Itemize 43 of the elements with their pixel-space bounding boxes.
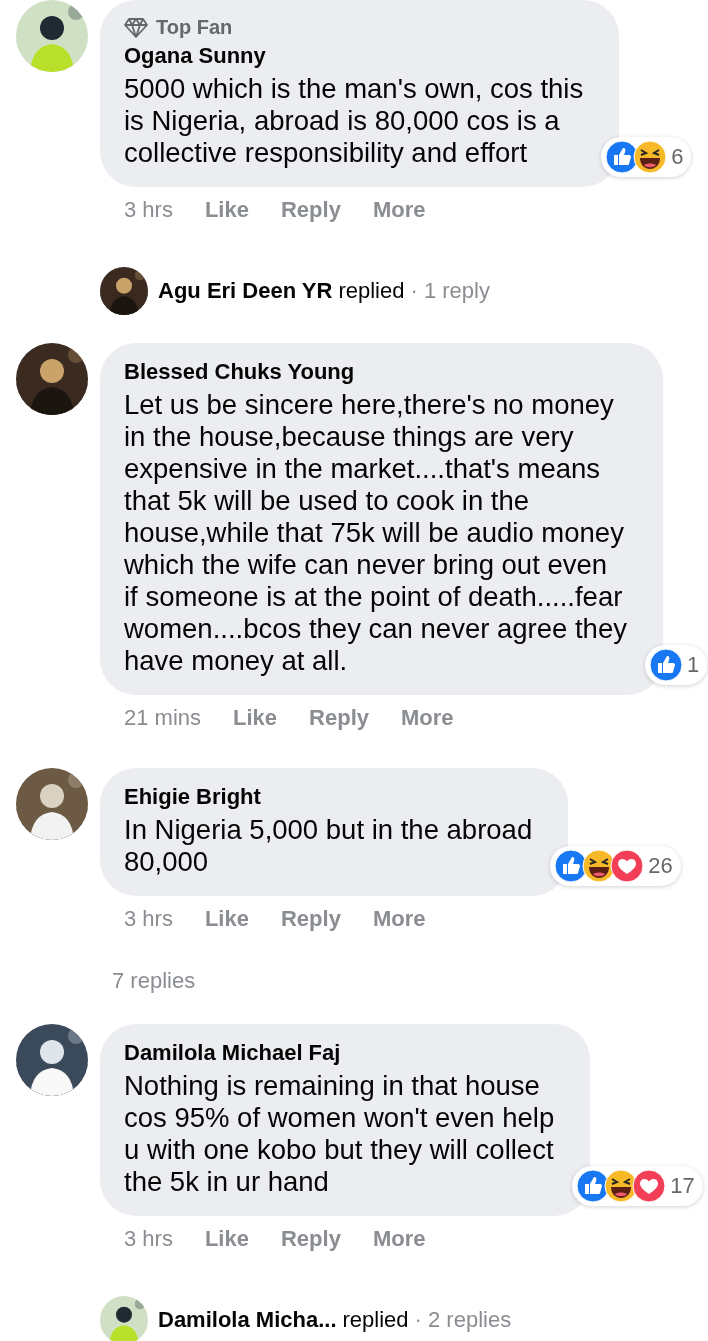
reactions-summary[interactable]: 26 [550,846,681,886]
reactions-summary[interactable]: 6 [601,137,692,177]
top-fan-label: Top Fan [156,16,233,39]
reactions-summary[interactable]: 17 [572,1166,703,1206]
comment-author[interactable]: Damilola Michael Faj [124,1040,555,1066]
like-icon [648,648,683,682]
replier-name[interactable]: Damilola Micha... [158,1307,337,1333]
comment-action-link[interactable]: Like [233,705,278,731]
comment-action-link[interactable]: More [372,906,426,932]
replier-name[interactable]: Agu Eri Deen YR [158,278,333,304]
comment-action-link[interactable]: More [372,1226,426,1252]
comment-action-link[interactable]: Reply [280,906,341,932]
comment-author[interactable]: Ehigie Bright [124,784,533,810]
reaction-count: 6 [671,144,684,170]
comment-time: 21 mins [124,705,202,731]
comment-text: 5000 which is the man's own, cos this is Nigeria, abroad is 80,000 cos is a collective responsibility and effort [124,73,584,169]
reply-count-link[interactable]: · 1 reply [410,278,490,304]
reply-count-link[interactable]: · 2 replies [414,1307,512,1333]
comment-action-link[interactable]: Reply [280,1226,341,1252]
replied-label: replied [342,1307,409,1333]
reaction-count: 1 [686,652,700,678]
comment-time: 3 hrs [124,1226,173,1252]
replied-label: replied [338,278,405,304]
comment-action-link[interactable]: Like [204,906,249,932]
comment-action-link[interactable]: More [401,705,454,731]
comment-time: 3 hrs [124,197,173,223]
comment-action-link[interactable]: Like [204,1226,249,1252]
comment-action-link[interactable]: Reply [280,197,341,223]
comment-action-link[interactable]: More [372,197,426,223]
reactions-summary[interactable]: 1 [644,645,708,685]
comment-text: In Nigeria 5,000 but in the abroad 80,000 [124,814,533,878]
comment-author[interactable]: Blessed Chuks Young [124,359,627,385]
view-replies-link[interactable]: 7 replies [112,968,708,994]
comment-time: 3 hrs [124,906,173,932]
comment-text: Let us be sincere here,there's no money in the house,because things are very expensive in the market....that's means that 5k will be used to cook in the house,while that 75k will be audio money which the wife can never bring out even if someone is at the point of death.....fear women....bcos they can never agree they have money at all. [124,389,627,677]
laughing-face-icon [633,140,668,174]
reaction-count: 17 [670,1173,695,1199]
comment-action-link[interactable]: Like [204,197,249,223]
reaction-count: 26 [648,853,673,879]
comment-text: Nothing is remaining in that house cos 95% of women won't even help u with one kobo but they will collect the 5k in ur hand [124,1070,555,1198]
comment-author[interactable]: Ogana Sunny [124,43,584,69]
diamond-icon [124,17,148,38]
comment-action-link[interactable]: Reply [309,705,369,731]
